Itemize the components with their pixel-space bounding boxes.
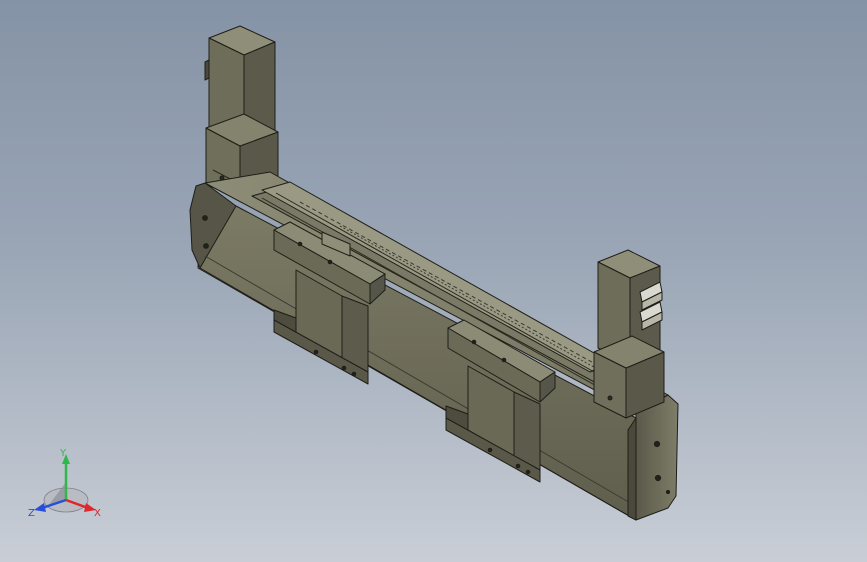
orientation-triad[interactable]: Y X Z: [26, 448, 106, 524]
right-motor[interactable]: [593, 249, 665, 419]
z-axis-label: Z: [28, 508, 35, 519]
z-axis-arrow-icon: [34, 503, 46, 512]
x-axis-label: X: [94, 508, 101, 519]
y-axis-label: Y: [59, 448, 67, 459]
actuator-right-end-cap: [635, 394, 679, 521]
graphics-viewport[interactable]: Y X Z: [0, 0, 867, 562]
left-motor-notch: [204, 59, 210, 81]
3d-model-view[interactable]: [0, 0, 867, 562]
